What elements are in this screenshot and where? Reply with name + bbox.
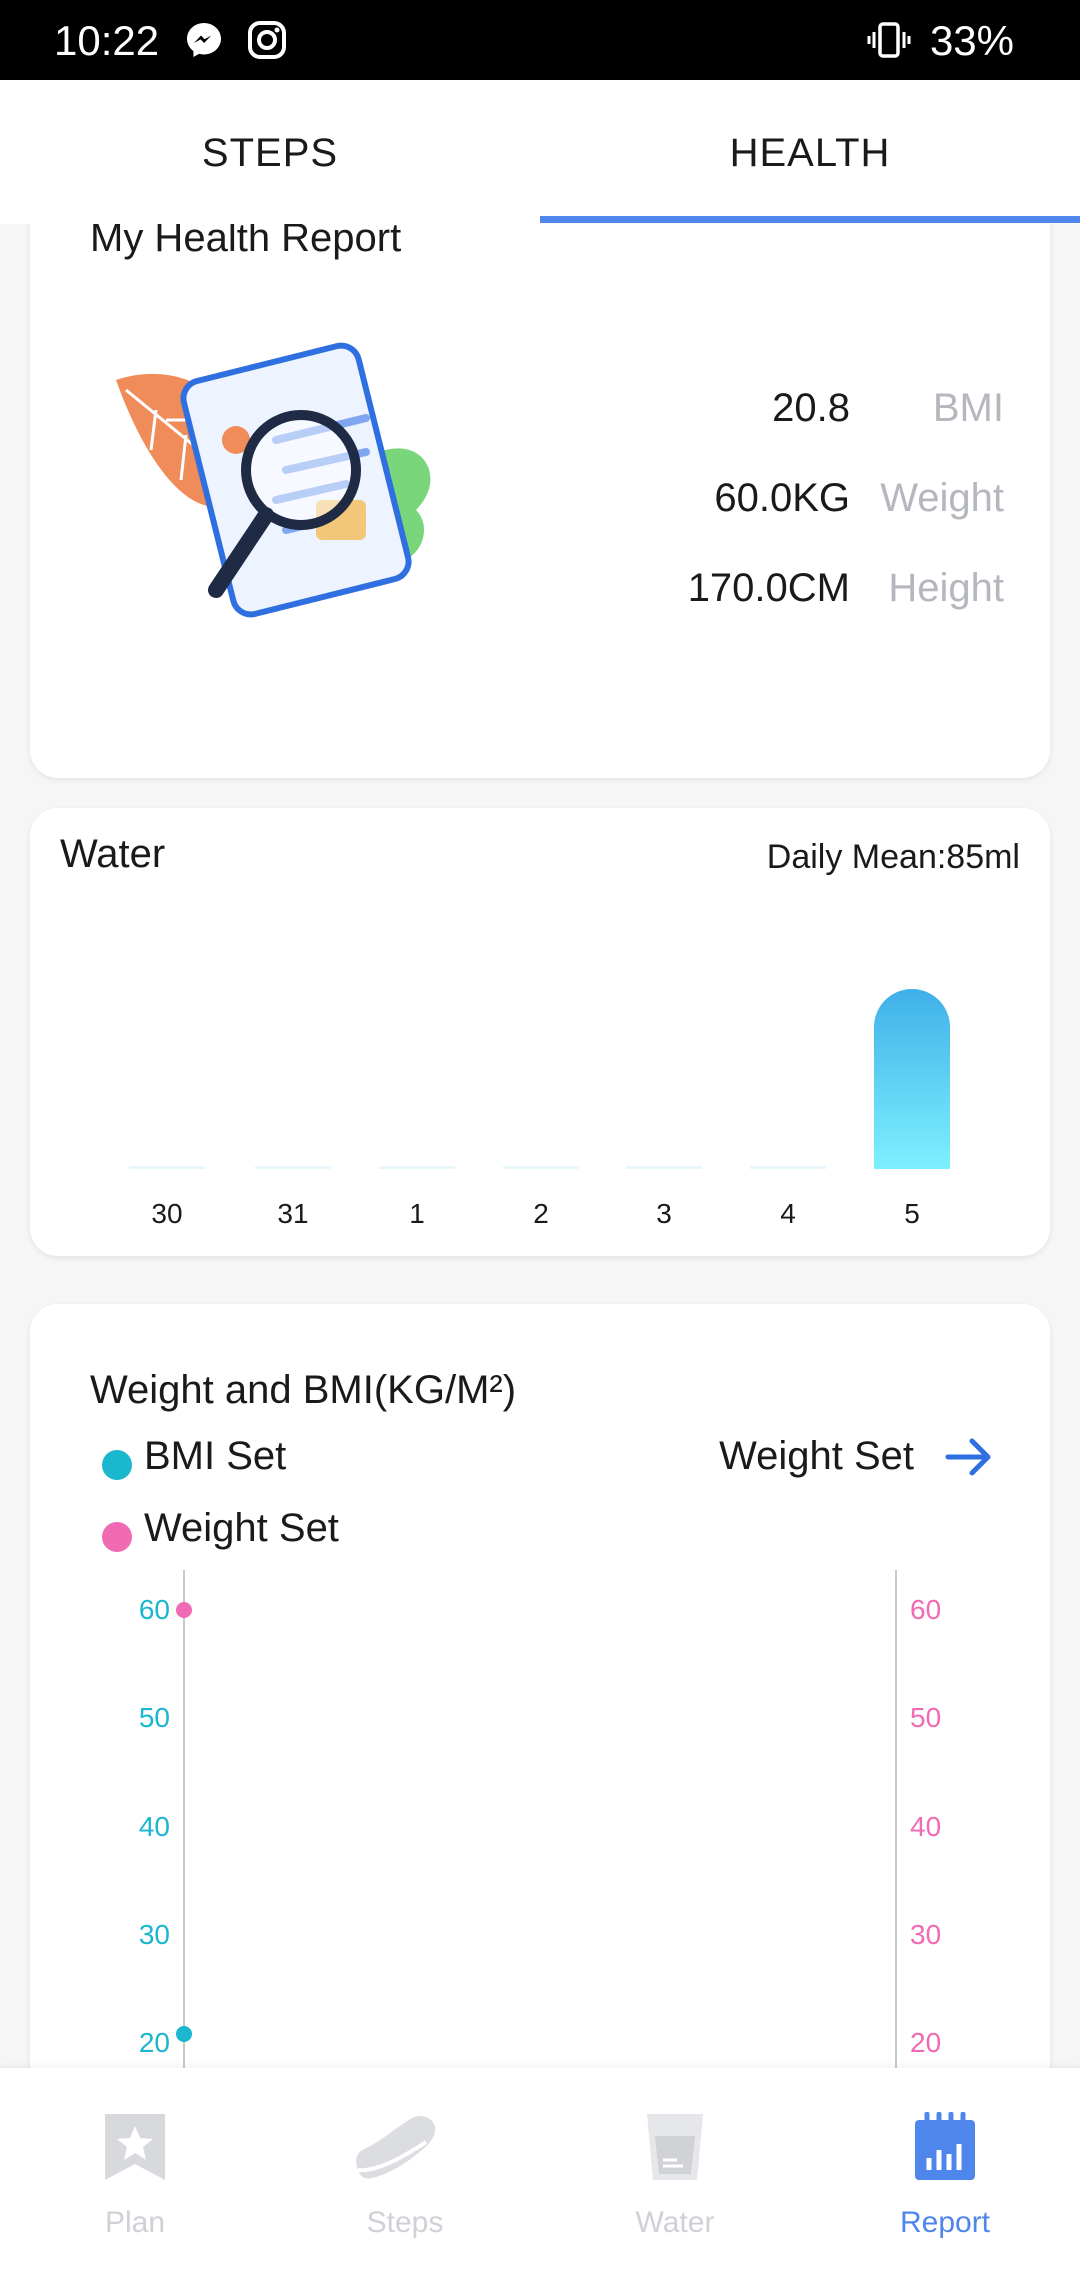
water-x-label: 30 [151, 1198, 183, 1229]
right-axis-tick: 30 [910, 1918, 942, 1950]
water-x-label: 3 [656, 1198, 672, 1229]
nav-plan[interactable]: Plan [0, 2068, 270, 2280]
weight-bmi-title: Weight and BMI(KG/M²) [90, 1368, 517, 1412]
water-bar-baseline [255, 1166, 331, 1169]
metric-weight: 60.0KG Weight [30, 476, 1050, 536]
bmi-label: BMI [932, 386, 1004, 430]
tab-steps[interactable]: STEPS [0, 80, 540, 224]
right-axis-tick: 50 [910, 1702, 942, 1734]
weight-set-link[interactable]: Weight Set [694, 1428, 994, 1488]
nav-steps-label: Steps [366, 2206, 444, 2239]
left-axis-tick: 30 [138, 1918, 170, 1950]
legend-weight-label: Weight Set [144, 1506, 339, 1550]
right-axis-tick: 60 [910, 1594, 942, 1625]
left-axis-tick: 50 [138, 1702, 170, 1734]
water-x-label: 31 [277, 1198, 309, 1229]
nav-plan-label: Plan [104, 2206, 166, 2239]
water-bar-baseline [503, 1166, 579, 1169]
water-x-label: 5 [904, 1198, 920, 1229]
water-x-label: 2 [533, 1198, 549, 1229]
top-tabs: STEPS HEALTH [0, 80, 1080, 224]
report-icon [913, 2111, 977, 2182]
status-time: 10:22 [54, 17, 160, 64]
weight-value: 60.0KG [714, 476, 850, 520]
plan-icon [103, 2112, 167, 2182]
legend-weight-dot [102, 1522, 132, 1552]
health-report-card: My Health Report 20.8 BMI 60.0KG Weight … [30, 170, 1050, 778]
messenger-icon [184, 20, 224, 65]
height-label: Height [888, 566, 1004, 610]
metric-height: 170.0CM Height [30, 566, 1050, 626]
weight-set-link-label: Weight Set [719, 1434, 914, 1478]
water-bar-baseline [750, 1166, 826, 1169]
sneaker-icon [346, 2112, 446, 2182]
water-bar-baseline [129, 1166, 205, 1169]
water-x-label: 1 [409, 1198, 425, 1229]
legend-bmi-label: BMI Set [144, 1434, 287, 1478]
nav-report-label: Report [899, 2206, 991, 2239]
water-glass-icon [643, 2112, 707, 2182]
metric-bmi: 20.8 BMI [30, 386, 1050, 446]
legend-bmi-dot [102, 1450, 132, 1480]
water-bar-baseline [379, 1166, 455, 1169]
water-title: Water [60, 832, 166, 876]
nav-water-label: Water [635, 2206, 715, 2239]
water-bar[interactable] [874, 989, 950, 1169]
active-tab-indicator [540, 216, 1080, 223]
water-card[interactable]: Water Daily Mean:85ml 30 31 1 2 3 4 5 [30, 808, 1050, 1256]
water-x-label: 4 [780, 1198, 796, 1229]
bmi-value: 20.8 [772, 386, 850, 430]
arrow-right-icon [944, 1432, 994, 1487]
nav-report[interactable]: Report [810, 2068, 1080, 2280]
left-axis-tick: 60 [138, 1594, 170, 1625]
left-axis-tick: 20 [138, 2027, 170, 2058]
nav-steps[interactable]: Steps [270, 2068, 540, 2280]
height-value: 170.0CM [687, 566, 850, 610]
tab-health[interactable]: HEALTH [540, 80, 1080, 224]
water-daily-mean: Daily Mean:85ml [766, 838, 1020, 876]
battery-level: 33% [929, 17, 1014, 64]
status-bar: 10:22 33% [0, 0, 1080, 80]
water-bar-baseline [626, 1166, 702, 1169]
instagram-icon [247, 20, 287, 65]
right-axis-tick: 20 [910, 2027, 942, 2058]
nav-water[interactable]: Water [540, 2068, 810, 2280]
weight-label: Weight [880, 476, 1004, 520]
right-axis-tick: 40 [910, 1810, 942, 1842]
vibrate-icon [866, 20, 912, 65]
left-axis-tick: 40 [138, 1810, 170, 1842]
bottom-nav: Plan Steps Water Report [0, 2068, 1080, 2280]
weight-point [176, 1602, 192, 1618]
bmi-point [176, 2026, 192, 2043]
